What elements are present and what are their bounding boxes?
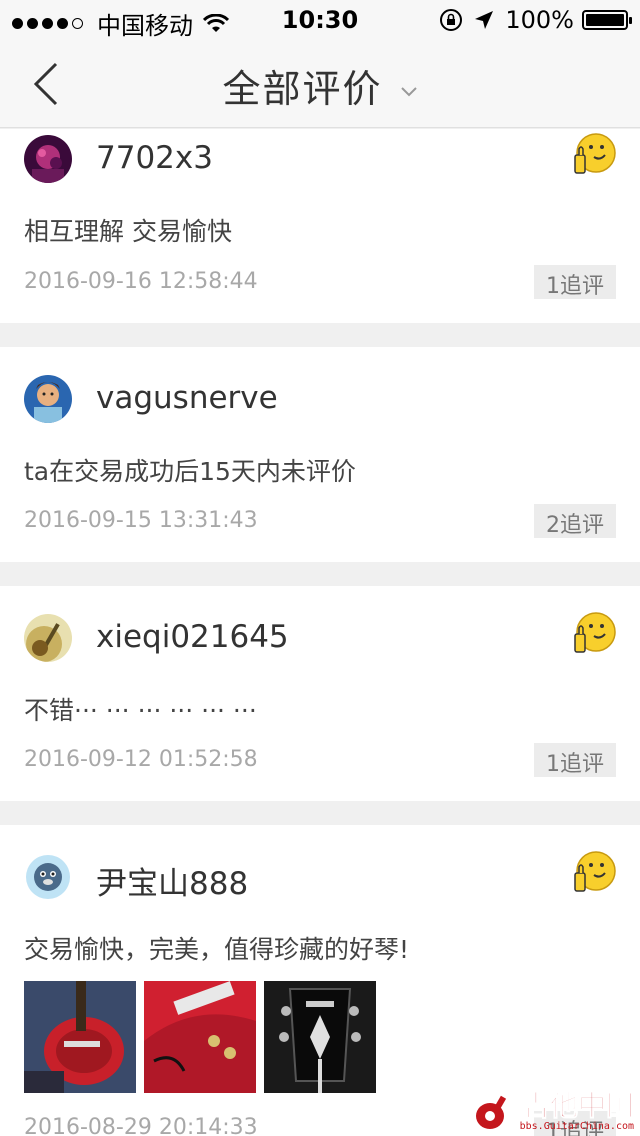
review-date: 2016-08-29 20:14:33 xyxy=(24,1115,258,1136)
red-guitar-photo[interactable] xyxy=(24,981,136,1093)
review-content: 不错··· ··· ··· ··· ··· ··· xyxy=(24,696,257,725)
username[interactable]: 7702x3 xyxy=(96,140,213,176)
username[interactable]: vagusnerve xyxy=(96,380,278,416)
navigation-bar: 全部评价 xyxy=(0,40,640,128)
guitar-logo-icon xyxy=(475,1095,506,1129)
thumbs-up-emoji-icon xyxy=(574,612,616,653)
site-watermark: 吉他中国 bbs.GuitarChina.com xyxy=(472,1089,635,1132)
followup-badge[interactable]: 1追评 xyxy=(534,743,616,777)
review-photos xyxy=(24,981,384,1093)
followup-badge[interactable]: 2追评 xyxy=(534,504,616,538)
review-card: 7702x3 相互理解 交易愉快 2016-09-16 12:58:44 1追评 xyxy=(0,129,640,323)
red-guitar-closeup-photo[interactable] xyxy=(144,981,256,1093)
location-arrow-icon xyxy=(475,11,494,29)
thumbs-up-emoji-icon xyxy=(574,133,616,174)
watermark-title: 吉他中国 xyxy=(521,1089,634,1122)
thumbs-up-emoji-icon xyxy=(574,851,616,892)
guitar-headstock-photo[interactable] xyxy=(264,981,376,1093)
username[interactable]: xieqi021645 xyxy=(96,619,289,655)
review-date: 2016-09-15 13:31:43 xyxy=(24,508,258,533)
review-date: 2016-09-16 12:58:44 xyxy=(24,269,258,294)
review-card: xieqi021645 不错··· ··· ··· ··· ··· ··· 20… xyxy=(0,586,640,801)
review-date: 2016-09-12 01:52:58 xyxy=(24,747,258,772)
avatar[interactable] xyxy=(24,135,72,183)
rotation-lock-icon xyxy=(440,9,463,31)
followup-badge[interactable]: 1追评 xyxy=(534,265,616,299)
review-content: 交易愉快，完美，值得珍藏的好琴! xyxy=(24,935,410,964)
username[interactable]: 尹宝山888 xyxy=(96,858,248,903)
title-dropdown[interactable]: 全部评价 xyxy=(0,58,640,113)
chevron-down-icon xyxy=(400,86,417,96)
review-content: 相互理解 交易愉快 xyxy=(24,217,232,246)
avatar[interactable] xyxy=(24,853,72,901)
status-bar: 中国移动 10:30 100% xyxy=(0,0,640,40)
review-list: 7702x3 相互理解 交易愉快 2016-09-16 12:58:44 1追评… xyxy=(0,129,640,1136)
battery-icon xyxy=(582,10,632,30)
battery-percent: 100% xyxy=(505,6,574,34)
page-title: 全部评价 xyxy=(222,67,383,111)
review-content: ta在交易成功后15天内未评价 xyxy=(24,457,356,486)
avatar[interactable] xyxy=(24,375,72,423)
avatar[interactable] xyxy=(24,614,72,662)
review-card: vagusnerve ta在交易成功后15天内未评价 2016-09-15 13… xyxy=(0,347,640,562)
watermark-url: bbs.GuitarChina.com xyxy=(519,1121,634,1132)
